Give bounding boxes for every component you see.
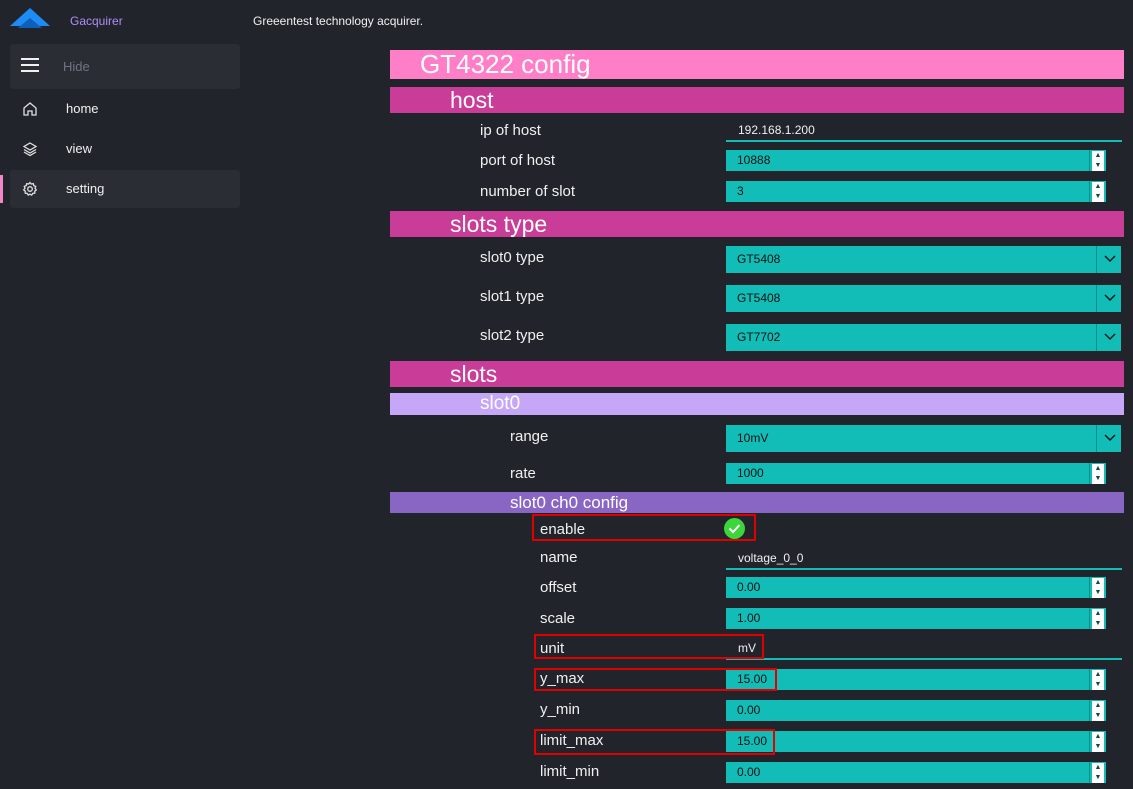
name-label: name — [540, 549, 578, 566]
limitmin-value: 0.00 — [737, 765, 761, 779]
gear-icon — [22, 181, 38, 196]
down-arrow-icon[interactable]: ▼ — [1092, 588, 1104, 598]
section-slot0-ch0: slot0 ch0 config — [390, 492, 1124, 513]
down-arrow-icon[interactable]: ▼ — [1092, 474, 1104, 484]
highlight-ymax — [534, 668, 777, 691]
ymax-stepper[interactable]: ▲ ▼ — [1089, 669, 1106, 690]
rate-stepper[interactable]: ▲ ▼ — [1089, 463, 1106, 484]
sidebar-item-view[interactable]: view — [10, 130, 240, 168]
slot2-type-dropdown[interactable] — [1096, 324, 1121, 351]
ip-label: ip of host — [480, 122, 541, 139]
limitmax-stepper[interactable]: ▲ ▼ — [1089, 731, 1106, 752]
range-dropdown[interactable] — [1096, 425, 1121, 452]
sidebar-item-setting[interactable]: setting — [10, 170, 240, 208]
rate-value: 1000 — [737, 466, 764, 480]
down-arrow-icon[interactable]: ▼ — [1092, 680, 1104, 690]
section-slots: slots — [390, 361, 1124, 387]
range-select[interactable]: 10mV — [726, 425, 1096, 452]
up-arrow-icon[interactable]: ▲ — [1092, 464, 1104, 474]
section-host: host — [390, 87, 1124, 113]
chevron-down-icon — [1104, 333, 1116, 341]
slot0-type-label: slot0 type — [480, 249, 545, 266]
down-arrow-icon[interactable]: ▼ — [1092, 619, 1104, 629]
limitmin-stepper[interactable]: ▲ ▼ — [1089, 762, 1106, 783]
scale-stepper[interactable]: ▲ ▼ — [1089, 608, 1106, 629]
up-arrow-icon[interactable]: ▲ — [1092, 182, 1104, 192]
port-stepper[interactable]: ▲ ▼ — [1089, 150, 1106, 171]
home-icon — [23, 102, 37, 116]
port-value: 10888 — [737, 153, 771, 167]
highlight-unit — [534, 634, 764, 659]
ymin-label: y_min — [540, 701, 581, 718]
active-indicator — [0, 175, 3, 203]
hide-label: Hide — [63, 59, 90, 74]
chevron-down-icon — [1104, 255, 1116, 263]
up-arrow-icon[interactable]: ▲ — [1092, 732, 1104, 742]
ymin-stepper[interactable]: ▲ ▼ — [1089, 700, 1106, 721]
slot-count-spinbox[interactable]: 3 ▲ ▼ — [726, 181, 1106, 202]
ip-field[interactable]: 192.168.1.200 — [726, 120, 1122, 142]
offset-label: offset — [540, 579, 577, 596]
slot2-type-select[interactable]: GT7702 — [726, 324, 1096, 351]
section-slot0: slot0 — [390, 393, 1124, 415]
slot1-type-dropdown[interactable] — [1096, 285, 1121, 312]
sidebar-item-label: view — [66, 141, 93, 156]
up-arrow-icon[interactable]: ▲ — [1092, 701, 1104, 711]
slot-count-value: 3 — [737, 184, 744, 198]
rate-label: rate — [510, 465, 536, 482]
slot0-type-dropdown[interactable] — [1096, 246, 1121, 273]
range-label: range — [510, 428, 549, 445]
section-slots-type: slots type — [390, 211, 1124, 237]
slot0-type-select[interactable]: GT5408 — [726, 246, 1096, 273]
highlight-enable — [532, 514, 756, 541]
down-arrow-icon[interactable]: ▼ — [1092, 711, 1104, 721]
layers-icon — [22, 142, 38, 157]
slot-count-stepper[interactable]: ▲ ▼ — [1089, 181, 1106, 202]
name-field[interactable]: voltage_0_0 — [726, 548, 1122, 570]
chevron-down-icon — [1104, 434, 1116, 442]
highlight-limitmax — [534, 729, 775, 755]
ymax-spinbox[interactable]: 15.00 ▲ ▼ — [726, 669, 1106, 690]
up-arrow-icon[interactable]: ▲ — [1092, 578, 1104, 588]
hamburger-icon — [21, 58, 39, 74]
sidebar-item-label: setting — [66, 181, 105, 196]
port-spinbox[interactable]: 10888 ▲ ▼ — [726, 150, 1106, 171]
slot1-type-label: slot1 type — [480, 288, 545, 305]
app-name: Gacquirer — [70, 14, 123, 28]
unit-field[interactable]: mV — [726, 638, 1122, 660]
ymin-value: 0.00 — [737, 703, 761, 717]
limitmin-label: limit_min — [540, 763, 600, 780]
slot1-type-select[interactable]: GT5408 — [726, 285, 1096, 312]
port-label: port of host — [480, 152, 556, 169]
scale-value: 1.00 — [737, 611, 761, 625]
up-arrow-icon[interactable]: ▲ — [1092, 670, 1104, 680]
slot2-type-label: slot2 type — [480, 327, 545, 344]
offset-value: 0.00 — [737, 580, 761, 594]
config-title: GT4322 config — [390, 50, 1124, 79]
up-arrow-icon[interactable]: ▲ — [1092, 151, 1104, 161]
sidebar: Gacquirer Hide home view setting — [0, 0, 240, 789]
sidebar-toggle[interactable]: Hide — [10, 44, 240, 89]
scale-label: scale — [540, 610, 576, 627]
offset-stepper[interactable]: ▲ ▼ — [1089, 577, 1106, 598]
sidebar-item-label: home — [66, 101, 99, 116]
down-arrow-icon[interactable]: ▼ — [1092, 192, 1104, 202]
limitmin-spinbox[interactable]: 0.00 ▲ ▼ — [726, 762, 1106, 783]
chevron-down-icon — [1104, 294, 1116, 302]
limitmax-spinbox[interactable]: 15.00 ▲ ▼ — [726, 731, 1106, 752]
offset-spinbox[interactable]: 0.00 ▲ ▼ — [726, 577, 1106, 598]
rate-spinbox[interactable]: 1000 ▲ ▼ — [726, 463, 1106, 484]
down-arrow-icon[interactable]: ▼ — [1092, 161, 1104, 171]
down-arrow-icon[interactable]: ▼ — [1092, 742, 1104, 752]
up-arrow-icon[interactable]: ▲ — [1092, 609, 1104, 619]
scale-spinbox[interactable]: 1.00 ▲ ▼ — [726, 608, 1106, 629]
up-arrow-icon[interactable]: ▲ — [1092, 763, 1104, 773]
page-subtitle: Greeentest technology acquirer. — [253, 14, 424, 28]
app-logo-icon — [10, 8, 50, 28]
down-arrow-icon[interactable]: ▼ — [1092, 773, 1104, 783]
sidebar-item-home[interactable]: home — [10, 90, 240, 128]
slot-count-label: number of slot — [480, 183, 576, 200]
ymin-spinbox[interactable]: 0.00 ▲ ▼ — [726, 700, 1106, 721]
